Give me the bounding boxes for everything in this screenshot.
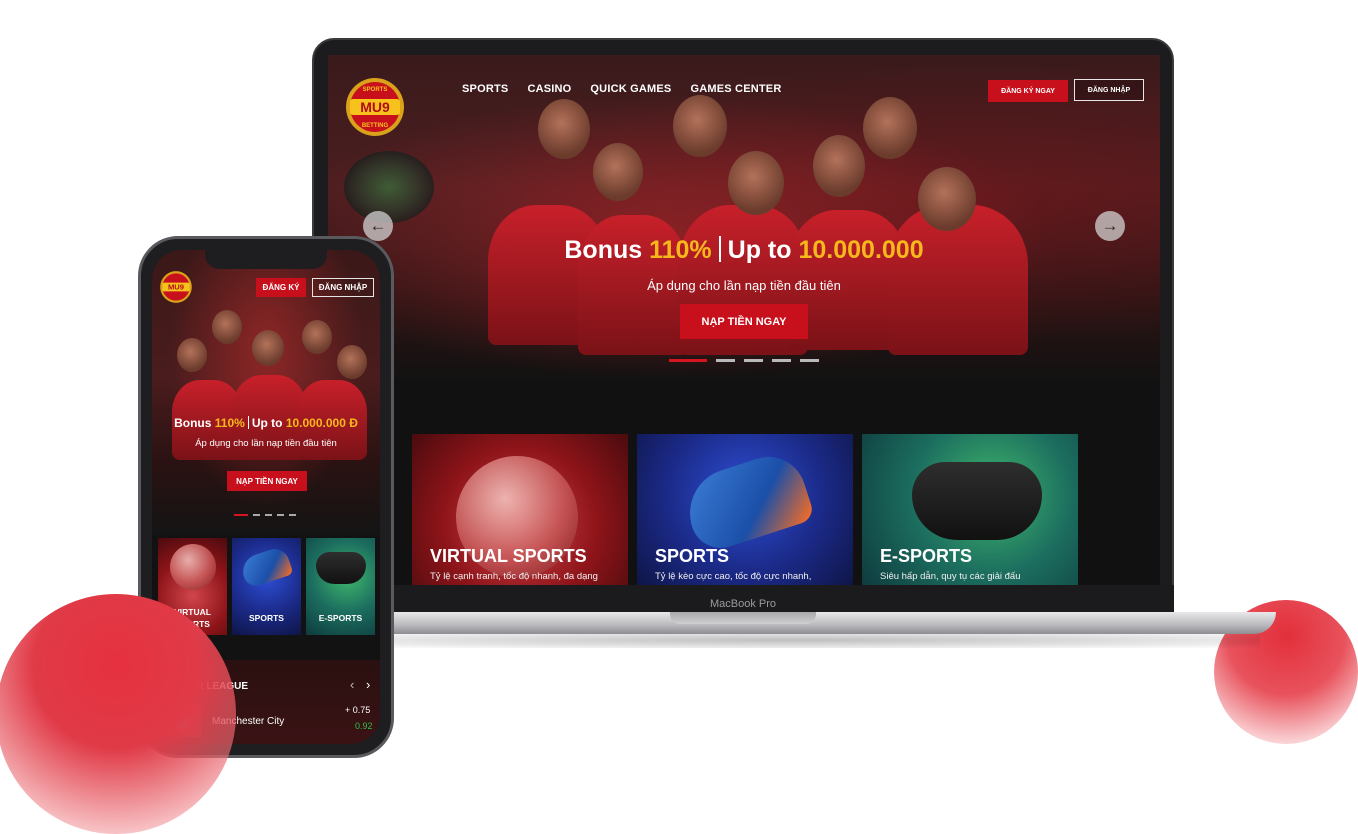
deposit-now-button[interactable]: NẠP TIỀN NGAY [680, 304, 808, 339]
fan-face [177, 338, 207, 372]
card-description: Siêu hấp dẫn, quy tụ các giải đấu [880, 571, 1021, 582]
hero-subtitle: Áp dụng cho lần nạp tiền đầu tiên [647, 278, 841, 293]
card-description: Tỷ lệ cạnh tranh, tốc độ nhanh, đa dạng [430, 571, 598, 582]
fan-face [673, 95, 727, 157]
slider-dots [669, 359, 819, 362]
card-description: Tỷ lệ kèo cực cao, tốc độ cực nhanh, [655, 571, 812, 582]
slider-dot[interactable] [265, 514, 272, 516]
fan-face [728, 151, 784, 215]
card-title: SPORTS [249, 613, 284, 623]
fan-face [337, 345, 367, 379]
hero-subtitle: Áp dụng cho lần nạp tiền đầu tiên [195, 438, 337, 449]
bonus-prefix: Bonus [564, 236, 650, 264]
chevron-right-icon[interactable]: › [366, 677, 370, 692]
upto-amount: 10.000.000 [798, 236, 924, 264]
login-button[interactable]: ĐĂNG NHẬP [312, 278, 374, 297]
nav-item-games-center[interactable]: GAMES CENTER [690, 83, 781, 95]
headline-divider [718, 236, 721, 262]
register-button[interactable]: ĐĂNG KÝ NGAY [988, 80, 1068, 102]
nav-item-sports[interactable]: SPORTS [462, 83, 508, 95]
login-button[interactable]: ĐĂNG NHẬP [1074, 79, 1144, 101]
svg-text:MU9: MU9 [360, 99, 390, 115]
mu9-logo[interactable]: MU9 SPORTS BETTING [342, 77, 408, 137]
card-sports[interactable]: SPORTS Tỷ lệ kèo cực cao, tốc độ cực nha… [637, 434, 853, 585]
slider-dot[interactable] [772, 359, 791, 362]
card-e-sports[interactable]: E-SPORTS [306, 538, 375, 635]
slider-dot[interactable] [289, 514, 296, 516]
bonus-percent: 110% [649, 236, 712, 264]
deposit-now-button[interactable]: NẠP TIỀN NGAY [227, 471, 307, 491]
card-virtual-sports[interactable]: VIRTUAL SPORTS Tỷ lệ cạnh tranh, tốc độ … [412, 434, 628, 585]
slider-dot[interactable] [800, 359, 819, 362]
fan-face [813, 135, 865, 197]
slider-dot[interactable] [716, 359, 735, 362]
football-boot-image [678, 447, 816, 556]
laptop-brand-label: MacBook Pro [709, 598, 777, 610]
fan-face [538, 99, 590, 159]
mu9-logo[interactable]: MU9 [158, 270, 194, 304]
football-image [170, 544, 216, 590]
slider-dot-active[interactable] [234, 514, 248, 516]
fan-face [212, 310, 242, 344]
fan-face [863, 97, 917, 159]
fan-face [252, 330, 284, 366]
headline-divider [247, 416, 249, 429]
card-title: E-SPORTS [880, 546, 973, 566]
odds-value[interactable]: 0.92 [355, 721, 373, 731]
upto-prefix: Up to [251, 416, 286, 430]
chevron-left-icon[interactable]: ‹ [350, 677, 354, 692]
upto-prefix: Up to [727, 236, 799, 264]
svg-text:SPORTS: SPORTS [363, 87, 388, 93]
card-title: E-SPORTS [318, 613, 363, 623]
card-e-sports[interactable]: E-SPORTS Siêu hấp dẫn, quy tụ các giải đ… [862, 434, 1078, 585]
fan-face [918, 167, 976, 231]
svg-text:MU9: MU9 [168, 283, 184, 292]
handicap-value[interactable]: + 0.75 [345, 705, 370, 715]
game-controller-image [316, 552, 366, 584]
fan-face [593, 143, 643, 201]
main-nav: SPORTS CASINO QUICK GAMES GAMES CENTER [462, 83, 782, 95]
laptop-shadow [330, 632, 1260, 648]
phone-notch [205, 249, 327, 269]
slider-dot[interactable] [744, 359, 763, 362]
upto-amount: 10.000.000 Đ [285, 416, 358, 430]
hero-bonus-headline: Bonus 110% Up to 10.000.000 [328, 236, 1160, 265]
hero-bonus-headline: Bonus 110% Up to 10.000.000 Đ [152, 416, 380, 430]
bonus-prefix: Bonus [174, 416, 215, 430]
stadium-image [344, 151, 434, 223]
category-cards: VIRTUAL SPORTS Tỷ lệ cạnh tranh, tốc độ … [412, 434, 1078, 585]
nav-item-quick-games[interactable]: QUICK GAMES [590, 83, 671, 95]
card-title: VIRTUAL SPORTS [430, 546, 587, 566]
bonus-percent: 110% [214, 416, 245, 430]
svg-text:BETTING: BETTING [362, 123, 389, 129]
football-boot-image [238, 545, 294, 589]
slider-dot[interactable] [277, 514, 284, 516]
card-sports[interactable]: SPORTS [232, 538, 301, 635]
register-button[interactable]: ĐĂNG KÝ [256, 278, 306, 297]
slider-dot[interactable] [253, 514, 260, 516]
card-title: SPORTS [655, 546, 730, 566]
game-controller-image [912, 462, 1042, 540]
laptop-screen: MU9 SPORTS BETTING SPORTS CASINO QUICK G… [328, 55, 1160, 585]
slider-dots [234, 514, 296, 516]
fan-face [302, 320, 332, 354]
slider-dot-active[interactable] [669, 359, 707, 362]
decorative-circle-left [0, 594, 236, 834]
laptop-hinge-notch [670, 612, 816, 624]
nav-item-casino[interactable]: CASINO [527, 83, 571, 95]
